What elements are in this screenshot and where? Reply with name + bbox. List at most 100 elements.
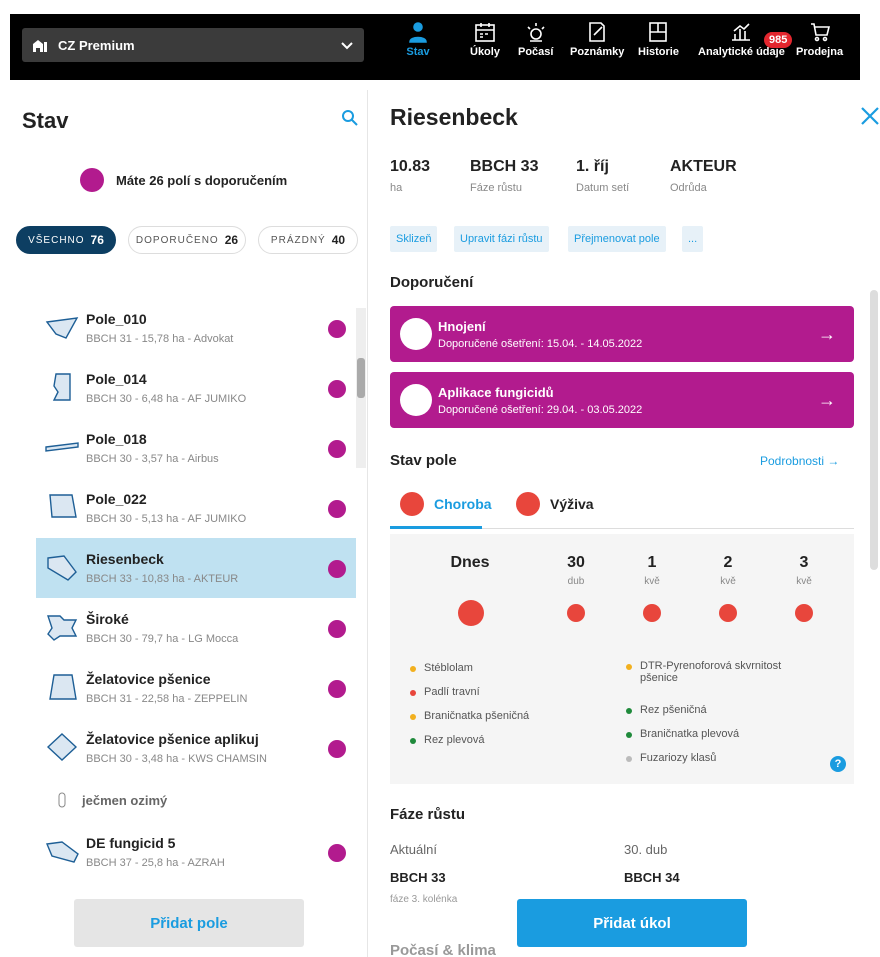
more-button[interactable]: ... [682,226,704,252]
growth-heading: Fáze růstu [390,806,466,823]
help-icon[interactable]: ? [830,756,846,772]
details-link[interactable]: Podrobnosti → [760,454,839,468]
legend-item: Padlí travní [410,686,480,698]
nav-label: Stav [406,46,430,58]
search-icon[interactable] [340,108,360,128]
forecast-day: 1 kvě [622,554,682,587]
nav-historie[interactable]: Historie [638,20,679,58]
tab-nutrition[interactable]: Výživa [516,492,594,516]
field-name: Želatovice pšenice aplikuj [86,731,259,747]
arrow-right-icon: → [818,390,836,410]
legend-label: Rez pšeničná [640,704,707,716]
risk-indicator[interactable] [719,604,737,622]
field-meta: BBCH 33 - 10,83 ha - AKTEUR [86,573,239,585]
edit-growth-button[interactable]: Upravit fázi růstu [454,226,549,252]
nav-stav[interactable]: Stav [406,20,430,58]
weather-icon [527,23,545,42]
legend-dot [626,664,632,670]
chip-count: 76 [90,233,104,247]
growth-current-value: BBCH 33 [390,870,446,885]
harvest-button[interactable]: Sklizeň [390,226,438,252]
weather-heading: Počasí & klima [390,942,496,957]
forecast-month: kvě [796,576,812,587]
fertilizer-icon [400,318,432,350]
list-item[interactable]: Želatovice pšenice aplikuj BBCH 30 - 3,48… [36,718,356,778]
status-sidebar: Stav Máte 26 polí s doporučením VŠECHNO 7… [0,90,368,957]
notification-badge: 985 [764,32,793,48]
legend-label: Braničnatka pšeničná [424,710,530,722]
list-item-selected[interactable]: Riesenbeck BBCH 33 - 10,83 ha - AKTEUR [36,538,356,598]
field-name: Pole_010 [86,311,147,327]
recommendation-card[interactable]: Hnojení Doporučené ošetření: 15.04. - 14.… [390,306,854,362]
panel-scrollbar[interactable] [870,290,878,570]
list-scrollbar[interactable] [356,308,366,468]
nav-poznamky[interactable]: Poznámky [570,20,624,58]
stat-value: 1. říj [576,158,609,175]
nav-ukoly[interactable]: Úkoly [470,20,500,58]
list-item[interactable]: Pole_010 BBCH 31 - 15,78 ha - Advokat [36,298,356,358]
field-shape-icon [46,841,79,863]
list-item[interactable]: Pole_022 BBCH 30 - 5,13 ha - AF JUMIKO [36,478,356,538]
legend-item: Fuzariozy klasů [626,752,716,764]
growth-current-desc: fáze 3. kolénka [390,894,458,905]
list-item[interactable]: Široké BBCH 30 - 79,7 ha - LG Mocca [36,598,356,658]
nav-pocasi[interactable]: Počasí [518,20,553,58]
forecast-day-number: 3 [799,554,809,571]
risk-indicator[interactable] [643,604,661,622]
tab-disease[interactable]: Choroba [400,492,492,516]
add-task-button[interactable]: Přidat úkol [517,899,747,947]
cart-icon [810,23,830,42]
legend-dot [626,756,632,762]
nav-prodejna[interactable]: Prodejna [796,20,843,58]
list-item[interactable]: Pole_014 BBCH 30 - 6,48 ha - AF JUMIKO [36,358,356,418]
close-icon[interactable] [858,104,880,128]
top-navigation-bar: CZ Premium Stav Úkoly Počasí Poznámky Hi… [10,14,860,80]
nav-label: Poznámky [570,46,625,58]
recommendation-card[interactable]: Aplikace fungicidů Doporučené ošetření: 2… [390,372,854,428]
stat-label: Fáze růstu [470,182,522,194]
recommendation-dot [328,320,346,338]
rename-field-button[interactable]: Přejmenovat pole [568,226,666,252]
field-meta: BBCH 30 - 6,48 ha - AF JUMIKO [86,393,247,405]
scrollbar-thumb[interactable] [357,358,365,398]
recommendation-date: Doporučené ošetření: 15.04. - 14.05.2022 [438,337,643,350]
list-item[interactable]: Pole_018 BBCH 30 - 3,57 ha - Airbus [36,418,356,478]
recommendation-banner: Máte 26 polí s doporučením [80,168,287,192]
forecast-day: 3 kvě [774,554,834,587]
farm-selector[interactable]: CZ Premium [22,28,364,62]
field-shape-icon [49,674,77,700]
recommendation-title: Hnojení [438,318,486,334]
field-shape-icon [46,733,78,761]
recommendation-dot [328,380,346,398]
filter-chip-recommended[interactable]: DOPORUČENO 26 [128,226,246,254]
stat-sowing: 1. říj Datum setí [576,158,629,194]
field-shape-icon [45,442,79,452]
chip-label: VŠECHNO [28,234,85,246]
risk-indicator[interactable] [795,604,813,622]
field-shape-icon [45,317,79,339]
list-item[interactable]: Želatovice pšenice BBCH 31 - 22,58 ha - Z… [36,658,356,718]
filter-chip-empty[interactable]: PRÁZDNÝ 40 [258,226,358,254]
chip-label: PRÁZDNÝ [270,234,326,246]
sidebar-title: Stav [22,108,69,133]
legend-item: Rez pšeničná [626,704,707,716]
field-name: Široké [86,611,129,627]
legend-dot [410,714,416,720]
add-field-button[interactable]: Přidat pole [74,899,304,947]
recommendation-dot [328,844,346,862]
recommendation-dot [328,620,346,638]
legend-dot [410,666,416,672]
active-tab-indicator [390,526,482,529]
forecast-day: 30 dub [546,554,606,587]
stat-variety: AKTEUR Odrůda [670,158,737,194]
filter-chip-all[interactable]: VŠECHNO 76 [16,226,116,254]
risk-indicator-today[interactable] [458,600,484,626]
growth-next-value: BBCH 34 [624,870,680,885]
analytics-icon [732,23,751,41]
field-meta: BBCH 31 - 15,78 ha - Advokat [86,333,234,345]
stat-label: ha [390,182,403,194]
risk-indicator[interactable] [567,604,585,622]
calendar-icon [475,23,495,42]
list-item[interactable]: DE fungicid 5 BBCH 37 - 25,8 ha - AZRAH [36,822,356,882]
legend-label: Braničnatka plevová [640,728,740,740]
